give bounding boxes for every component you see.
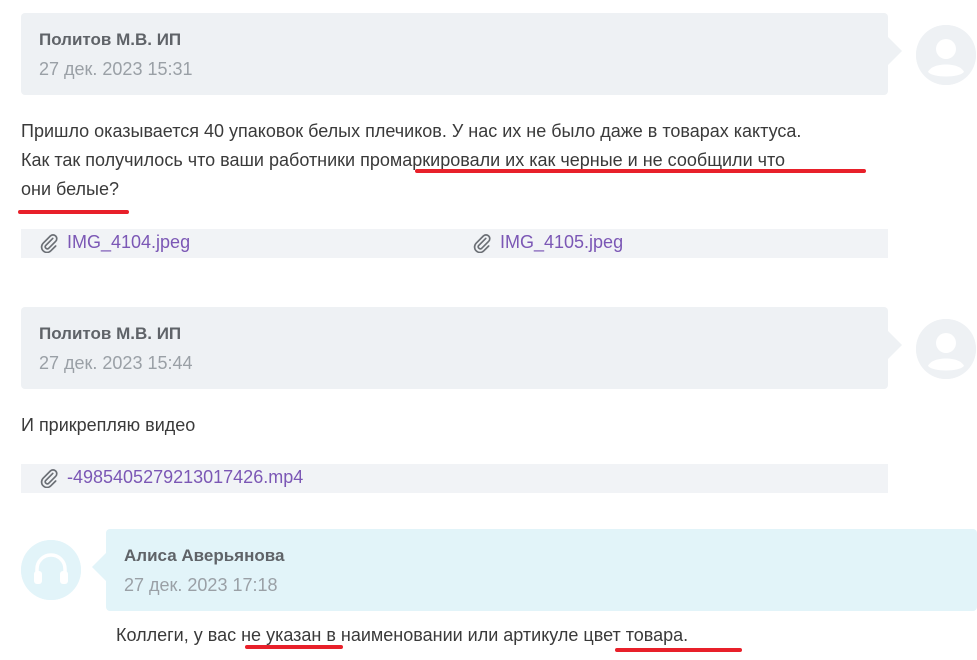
paperclip-icon [473, 233, 491, 253]
message-header-1: Политов М.В. ИП 27 дек. 2023 15:31 [21, 13, 902, 95]
user-avatar [916, 319, 976, 379]
highlight-underline [615, 648, 742, 652]
message-text-line: Пришло оказывается 40 упаковок белых пле… [21, 121, 802, 141]
attachments-bar: -4985405279213017426.mp4 [21, 464, 888, 493]
user-circle-icon [916, 319, 976, 379]
bubble-pointer [888, 331, 902, 359]
highlight-underline [245, 645, 343, 649]
message-text: Коллеги, у вас не указан в наименовании … [116, 625, 689, 645]
message-author: Политов М.В. ИП [39, 324, 182, 343]
attachment-filename[interactable]: IMG_4104.jpeg [67, 232, 190, 253]
paperclip-icon [40, 233, 58, 253]
user-circle-icon [916, 25, 976, 85]
attachment-link[interactable]: IMG_4105.jpeg [472, 232, 623, 253]
message-author: Алиса Аверьянова [124, 546, 285, 565]
message-text: И прикрепляю видео [21, 415, 196, 435]
headset-icon [21, 540, 81, 600]
attachments-bar: IMG_4104.jpeg IMG_4105.jpeg [21, 229, 888, 258]
message-author: Политов М.В. ИП [39, 30, 182, 49]
message-date: 27 дек. 2023 15:31 [39, 59, 193, 79]
attachment-filename[interactable]: IMG_4105.jpeg [500, 232, 623, 253]
bubble-pointer [92, 553, 106, 581]
bubble-pointer [888, 37, 902, 65]
support-avatar [21, 540, 81, 600]
message-date: 27 дек. 2023 15:44 [39, 353, 193, 373]
message-date: 27 дек. 2023 17:18 [124, 575, 278, 595]
paperclip-icon [40, 468, 58, 488]
highlight-underline [18, 210, 129, 214]
message-header-3: Алиса Аверьянова 27 дек. 2023 17:18 [92, 529, 977, 611]
highlight-underline [415, 169, 866, 173]
message-text-line: они белые? [21, 179, 119, 199]
attachment-filename[interactable]: -4985405279213017426.mp4 [67, 467, 303, 488]
message-header-2: Политов М.В. ИП 27 дек. 2023 15:44 [21, 307, 902, 389]
user-avatar [916, 25, 976, 85]
attachment-link[interactable]: -4985405279213017426.mp4 [39, 467, 303, 488]
attachment-link[interactable]: IMG_4104.jpeg [39, 232, 190, 253]
